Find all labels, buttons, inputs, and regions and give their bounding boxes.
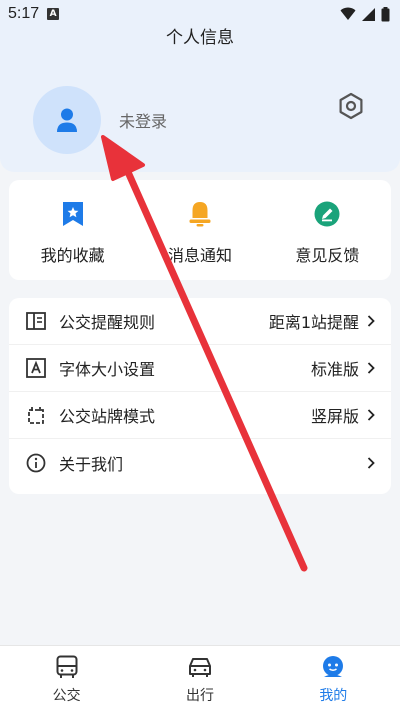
settings-row-font-size[interactable]: 字体大小设置 标准版 (9, 345, 391, 392)
quick-actions-card: 我的收藏 消息通知 意见反馈 (9, 180, 391, 280)
settings-row-label: 公交提醒规则 (59, 313, 156, 332)
calendar-icon (25, 404, 47, 426)
quick-action-label: 消息通知 (167, 246, 232, 265)
user-icon (57, 108, 77, 132)
car-icon (187, 655, 213, 679)
quick-action-favorites[interactable]: 我的收藏 (9, 180, 136, 280)
book-icon (25, 310, 47, 332)
avatar[interactable] (33, 86, 101, 154)
quick-action-label: 我的收藏 (40, 246, 105, 265)
settings-row-label: 关于我们 (59, 454, 124, 474)
settings-row-label: 字体大小设置 (59, 360, 156, 379)
quick-action-label: 意见反馈 (295, 246, 360, 265)
settings-row-value: 标准版 (310, 360, 359, 379)
quick-action-notifications[interactable]: 消息通知 (136, 180, 263, 280)
status-time: 5:17 (8, 5, 40, 22)
bottom-tab-bar: 公交 出行 我的 (0, 645, 400, 710)
login-status-text[interactable]: 未登录 (119, 108, 167, 132)
settings-row-value: 距离1站提醒 (268, 313, 359, 332)
wifi-icon (340, 7, 356, 20)
chevron-right-icon (367, 408, 377, 422)
bookmark-star-icon (59, 200, 87, 228)
notification-badge: A (47, 8, 60, 20)
settings-row-stop-sign-mode[interactable]: 公交站牌模式 竖屏版 (9, 392, 391, 439)
quick-action-feedback[interactable]: 意见反馈 (264, 180, 391, 280)
tab-bus[interactable]: 公交 (0, 646, 133, 710)
profile-face-icon (320, 655, 346, 679)
bell-icon (186, 200, 214, 228)
settings-row-label: 公交站牌模式 (59, 407, 156, 426)
info-icon (25, 452, 47, 474)
tab-label: 出行 (185, 688, 214, 704)
tab-label: 公交 (52, 688, 81, 704)
chevron-right-icon (367, 456, 377, 470)
settings-row-about-us[interactable]: 关于我们 (9, 439, 391, 486)
tab-mine[interactable]: 我的 (267, 646, 400, 710)
settings-list-card: 公交提醒规则 距离1站提醒 字体大小设置 标准版 公交站牌模式 竖屏版 关于我们 (9, 298, 391, 494)
bus-icon (54, 655, 80, 679)
chevron-right-icon (367, 361, 377, 375)
status-icons (340, 6, 390, 22)
chevron-right-icon (367, 314, 377, 328)
page-title: 个人信息 (166, 28, 234, 48)
settings-button[interactable] (336, 91, 366, 121)
battery-icon (381, 6, 390, 21)
tab-label: 我的 (319, 688, 348, 704)
font-size-icon (25, 357, 47, 379)
settings-row-bus-reminder[interactable]: 公交提醒规则 距离1站提醒 (9, 298, 391, 345)
gear-icon (339, 92, 363, 120)
signal-icon (362, 7, 375, 21)
settings-row-value: 竖屏版 (310, 407, 359, 426)
tab-travel[interactable]: 出行 (133, 646, 266, 710)
edit-icon (313, 200, 341, 228)
